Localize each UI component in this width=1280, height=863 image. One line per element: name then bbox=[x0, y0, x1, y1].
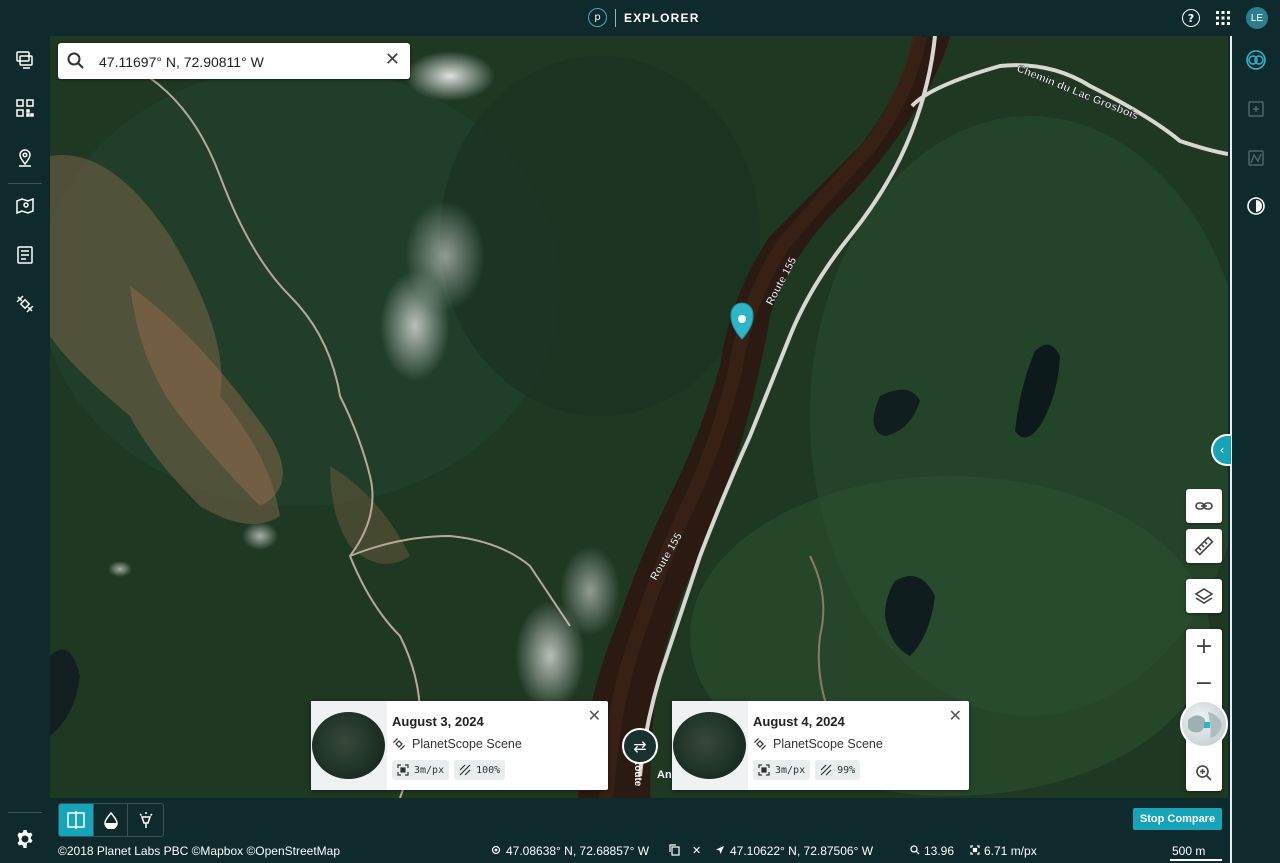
search-icon bbox=[67, 52, 84, 69]
resolution-icon bbox=[758, 764, 770, 776]
satellite-icon bbox=[392, 737, 406, 751]
layers-stack-icon[interactable] bbox=[13, 47, 37, 71]
brightness-icon[interactable] bbox=[1244, 194, 1268, 218]
search-input[interactable]: 47.11697° N, 72.90811° W bbox=[99, 54, 264, 70]
coverage-badge: 100% bbox=[454, 760, 506, 780]
link-icon bbox=[1195, 502, 1213, 510]
help-icon[interactable]: ? bbox=[1182, 9, 1200, 27]
scene-date: August 4, 2024 bbox=[753, 714, 845, 729]
resolution-icon bbox=[397, 764, 409, 776]
satellite-icon bbox=[753, 737, 767, 751]
droplet-icon bbox=[103, 811, 118, 829]
map-resolution: 6.71 m/px bbox=[984, 844, 1037, 858]
zoom-search-icon bbox=[910, 844, 920, 858]
attribution-text: ©2018 Planet Labs PBC ©Mapbox ©OpenStree… bbox=[58, 844, 341, 858]
chart-icon[interactable] bbox=[1244, 146, 1268, 170]
planet-logo-icon: p bbox=[588, 8, 607, 27]
document-list-icon[interactable] bbox=[13, 243, 37, 267]
globe-view-button[interactable] bbox=[1180, 700, 1228, 748]
navigation-arrow-icon bbox=[715, 844, 725, 858]
scene-date: August 3, 2024 bbox=[392, 714, 484, 729]
resolution-badge: 3m/px bbox=[753, 760, 811, 780]
map-photo-icon[interactable] bbox=[13, 194, 37, 218]
close-icon[interactable]: ✕ bbox=[692, 844, 701, 857]
zoom-level: 13.96 bbox=[924, 844, 955, 858]
stop-compare-button[interactable]: Stop Compare bbox=[1133, 808, 1222, 830]
scene-thumbnail-wrapper bbox=[311, 701, 387, 790]
swap-scenes-button[interactable]: ⇄ bbox=[622, 728, 658, 764]
place-label: An bbox=[657, 769, 672, 781]
qr-grid-icon[interactable] bbox=[13, 96, 37, 120]
scale-bar bbox=[1170, 859, 1222, 861]
zoom-to-button[interactable] bbox=[1186, 756, 1222, 790]
coverage-icon bbox=[459, 764, 471, 776]
compare-card-right[interactable]: August 4, 2024 ✕ PlanetScope Scene 3m/px… bbox=[672, 701, 969, 790]
cursor-crosshair-icon bbox=[491, 844, 501, 858]
brand[interactable]: p EXPLORER bbox=[588, 8, 700, 27]
satellite-icon[interactable] bbox=[13, 292, 37, 316]
opacity-button[interactable] bbox=[94, 804, 129, 836]
scene-thumbnail bbox=[673, 712, 746, 779]
map-canvas[interactable]: Route 155 Route 155 Chemin du Lac Grosbo… bbox=[50, 36, 1228, 798]
app-title: EXPLORER bbox=[624, 10, 700, 25]
search-box[interactable]: 47.11697° N, 72.90811° W ✕ bbox=[58, 43, 410, 79]
spotlight-button[interactable] bbox=[128, 804, 163, 836]
zoom-magnifier-icon bbox=[1196, 765, 1212, 781]
compare-mode-group bbox=[58, 803, 164, 837]
scene-thumbnail-wrapper bbox=[672, 701, 748, 790]
left-sidebar bbox=[0, 36, 50, 863]
top-bar: p EXPLORER ? LE bbox=[0, 0, 1280, 36]
scene-thumbnail bbox=[312, 712, 385, 779]
apps-grid-icon[interactable] bbox=[1214, 9, 1232, 27]
layers-icon bbox=[1194, 588, 1214, 604]
clear-search-icon[interactable]: ✕ bbox=[385, 51, 400, 69]
sidebar-divider-bottom bbox=[8, 812, 42, 813]
measure-button[interactable] bbox=[1186, 529, 1222, 563]
spotlight-icon bbox=[139, 812, 153, 828]
brand-divider bbox=[615, 8, 616, 27]
split-view-button[interactable] bbox=[59, 804, 94, 836]
zoom-in-button[interactable]: + bbox=[1186, 629, 1222, 663]
resolution-focus-icon bbox=[970, 844, 980, 858]
coverage-icon bbox=[820, 764, 832, 776]
copy-icon[interactable] bbox=[669, 844, 680, 859]
scene-source: PlanetScope Scene bbox=[412, 737, 522, 751]
right-sidebar bbox=[1230, 36, 1280, 863]
ruler-icon bbox=[1194, 536, 1214, 556]
share-link-button[interactable] bbox=[1186, 489, 1222, 523]
basemap-layers-button[interactable] bbox=[1186, 579, 1222, 613]
cursor-coordinates: 47.08638° N, 72.68857° W bbox=[506, 844, 650, 858]
bottom-bar: Stop Compare ©2018 Planet Labs PBC ©Mapb… bbox=[50, 798, 1230, 863]
status-bar: ©2018 Planet Labs PBC ©Mapbox ©OpenStree… bbox=[50, 843, 1230, 861]
add-image-icon[interactable] bbox=[1244, 97, 1268, 121]
close-icon[interactable]: ✕ bbox=[949, 706, 962, 725]
compare-card-left[interactable]: August 3, 2024 ✕ PlanetScope Scene 3m/px… bbox=[311, 701, 608, 790]
scale-label: 500 m bbox=[1172, 844, 1206, 858]
user-avatar[interactable]: LE bbox=[1246, 7, 1268, 29]
zoom-out-button[interactable]: − bbox=[1186, 666, 1222, 700]
pin-coordinates: 47.10622° N, 72.87506° W bbox=[730, 844, 874, 858]
resolution-badge: 3m/px bbox=[392, 760, 450, 780]
scene-source: PlanetScope Scene bbox=[773, 737, 883, 751]
close-icon[interactable]: ✕ bbox=[588, 706, 601, 725]
sidebar-divider bbox=[8, 183, 42, 184]
settings-gear-icon[interactable] bbox=[13, 827, 37, 851]
split-view-icon bbox=[67, 811, 85, 829]
location-pin-icon[interactable] bbox=[13, 145, 37, 169]
compare-icon[interactable] bbox=[1244, 48, 1268, 72]
coverage-badge: 99% bbox=[815, 760, 861, 780]
